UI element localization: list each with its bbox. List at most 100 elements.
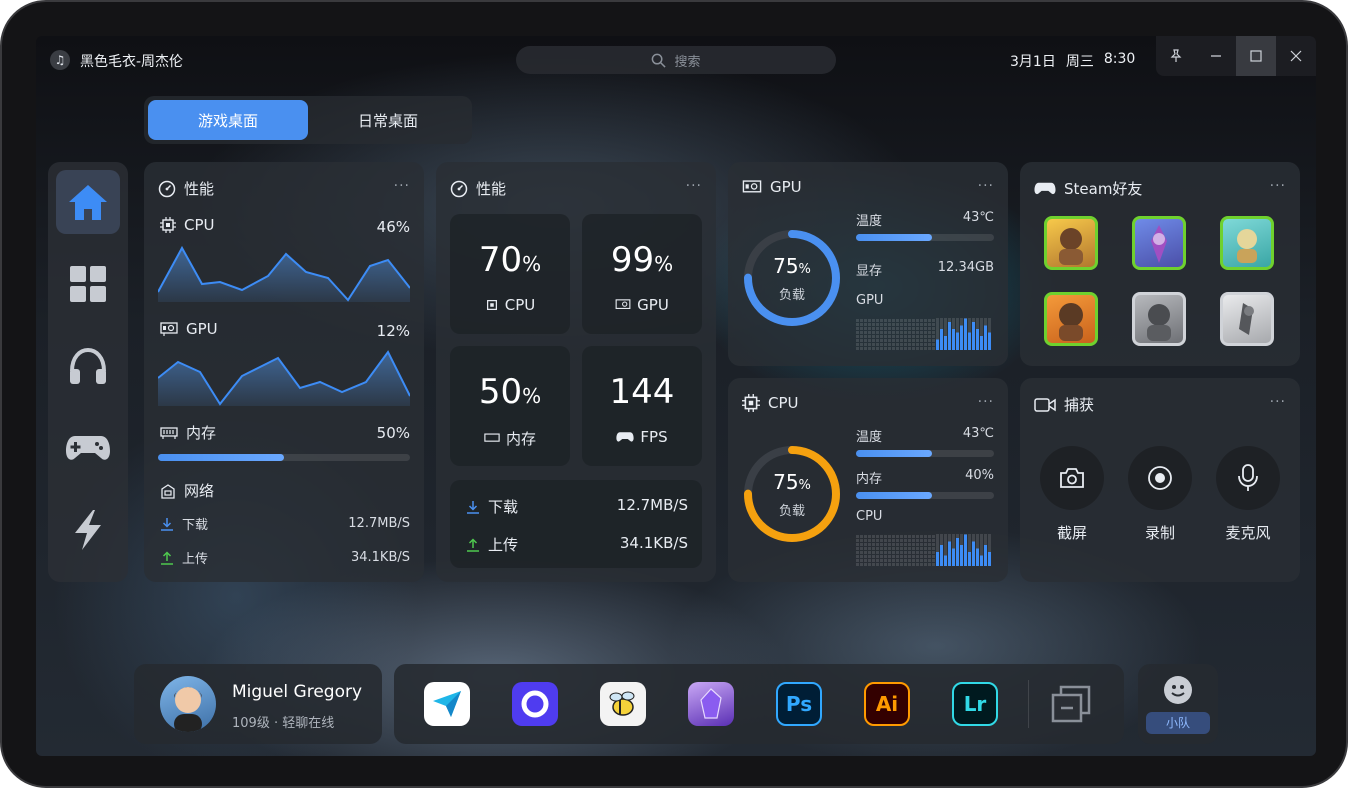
more-button[interactable]: ··· — [978, 394, 994, 410]
activity-bar — [860, 534, 863, 566]
activity-bar — [924, 534, 927, 566]
activity-bar — [884, 318, 887, 350]
card-title: 捕获 — [1034, 394, 1094, 415]
weekday-text: 周三 — [1065, 54, 1094, 70]
microphone-icon — [1238, 464, 1258, 491]
sidebar-item-audio[interactable] — [56, 334, 120, 398]
feishu-icon[interactable] — [424, 682, 470, 726]
cpu-chip-icon — [742, 394, 760, 412]
activity-bar — [956, 318, 959, 350]
gpu-row: GPU — [160, 320, 218, 338]
cpu-mem-label: 内存 — [856, 472, 883, 487]
device-frame: ♫ 黑色毛衣-周杰伦 搜索 3月1日 周三 8:30 游戏桌面 日常桌面 性能 … — [0, 0, 1348, 788]
gpu-temp-bar — [856, 234, 994, 241]
cpu-chip-icon — [486, 300, 497, 310]
tab-game-desktop[interactable]: 游戏桌面 — [148, 100, 308, 140]
tab-daily-desktop[interactable]: 日常桌面 — [308, 100, 468, 140]
bee-icon[interactable] — [600, 682, 646, 726]
activity-bar — [940, 318, 943, 350]
app-dock: Ps Ai Lr — [394, 664, 1124, 744]
desktop-tabs: 游戏桌面 日常桌面 — [144, 96, 472, 144]
screenshot-button[interactable] — [1040, 446, 1104, 510]
upload-value: 34.1KB/S — [619, 534, 688, 552]
card-title: 性能 — [158, 178, 214, 199]
friend-avatar[interactable] — [1220, 216, 1274, 270]
avatar[interactable] — [160, 676, 216, 732]
illustrator-icon[interactable]: Ai — [864, 682, 910, 726]
card-title: GPU — [742, 178, 802, 196]
maximize-button[interactable] — [1236, 36, 1276, 76]
friend-avatar[interactable] — [1132, 216, 1186, 270]
search-input[interactable]: 搜索 — [516, 46, 836, 74]
cpu-temp-bar — [856, 450, 994, 457]
activity-bar — [868, 534, 871, 566]
team-button[interactable]: 小队 — [1138, 664, 1218, 744]
activity-bar — [892, 318, 895, 350]
sidebar-item-home[interactable] — [56, 170, 120, 234]
now-playing-title[interactable]: 黑色毛衣-周杰伦 — [80, 51, 183, 71]
cpu-usage-graph — [158, 245, 410, 302]
fps-label: FPS — [640, 428, 668, 446]
sidebar-item-apps[interactable] — [56, 252, 120, 316]
cpu-load-unit: % — [798, 478, 811, 493]
activity-bar — [856, 318, 859, 350]
activity-bar — [888, 534, 891, 566]
friend-avatar[interactable] — [1132, 292, 1186, 346]
music-icon[interactable]: ♫ — [50, 50, 70, 70]
more-button[interactable]: ··· — [978, 178, 994, 194]
cpu-load-value: 75 — [773, 470, 799, 494]
performance-card-2: 性能 ··· 70% CPU 99% GPU 50% 内存 144 FPS 下载… — [436, 162, 716, 582]
cpu-status-card: CPU ··· 75% 负载 温度 43℃ 内存 40% CPU — [728, 378, 1008, 582]
gamepad-icon — [1034, 182, 1056, 195]
microphone-button[interactable] — [1216, 446, 1280, 510]
multitask-icon[interactable] — [1048, 682, 1094, 726]
lightroom-icon[interactable]: Lr — [952, 682, 998, 726]
memory-tile-label: 内存 — [505, 430, 536, 448]
activity-bar — [908, 318, 911, 350]
friend-avatar[interactable] — [1220, 292, 1274, 346]
upload-row: 上传 — [466, 534, 518, 555]
friend-avatar[interactable] — [1044, 216, 1098, 270]
network-panel: 下载 12.7MB/S 上传 34.1KB/S — [450, 480, 702, 568]
gpu-usage-graph — [158, 350, 410, 406]
photoshop-icon[interactable]: Ps — [776, 682, 822, 726]
gpu-tile-label: GPU — [637, 296, 669, 314]
quark-icon[interactable] — [512, 682, 558, 726]
pin-icon[interactable] — [1156, 36, 1196, 76]
memory-icon — [160, 426, 178, 439]
activity-bar — [912, 534, 915, 566]
obsidian-icon[interactable] — [688, 682, 734, 726]
search-placeholder: 搜索 — [674, 54, 701, 70]
close-button[interactable] — [1276, 36, 1316, 76]
cpu-mem-value: 40% — [965, 468, 994, 483]
more-button[interactable]: ··· — [686, 178, 702, 194]
activity-bar — [944, 534, 947, 566]
lightning-icon — [75, 510, 101, 550]
download-label: 下载 — [488, 498, 519, 516]
cpu-value: 46% — [376, 218, 410, 236]
microphone-label: 麦克风 — [1225, 524, 1271, 542]
download-icon — [467, 500, 479, 514]
memory-unit: % — [522, 384, 542, 408]
cpu-row: CPU — [160, 216, 215, 234]
more-button[interactable]: ··· — [394, 178, 410, 194]
activity-bar — [928, 534, 931, 566]
sidebar-item-games[interactable] — [56, 416, 120, 480]
record-button[interactable] — [1128, 446, 1192, 510]
more-button[interactable]: ··· — [1270, 394, 1286, 410]
activity-bar — [984, 534, 987, 566]
upload-row: 上传 — [160, 548, 208, 567]
user-profile[interactable]: Miguel Gregory 109级 · 轻聊在线 — [134, 664, 382, 744]
friend-avatar[interactable] — [1044, 292, 1098, 346]
minimize-button[interactable] — [1196, 36, 1236, 76]
more-button[interactable]: ··· — [1270, 178, 1286, 194]
upload-icon — [467, 537, 479, 552]
cpu-unit: % — [522, 252, 542, 276]
sidebar — [48, 162, 128, 582]
card-title: CPU — [742, 394, 799, 412]
gpu-load-value: 75 — [773, 254, 799, 278]
gpu-activity-graph — [856, 318, 991, 350]
activity-bar — [872, 318, 875, 350]
sidebar-item-boost[interactable] — [56, 498, 120, 562]
team-label: 小队 — [1146, 712, 1210, 734]
